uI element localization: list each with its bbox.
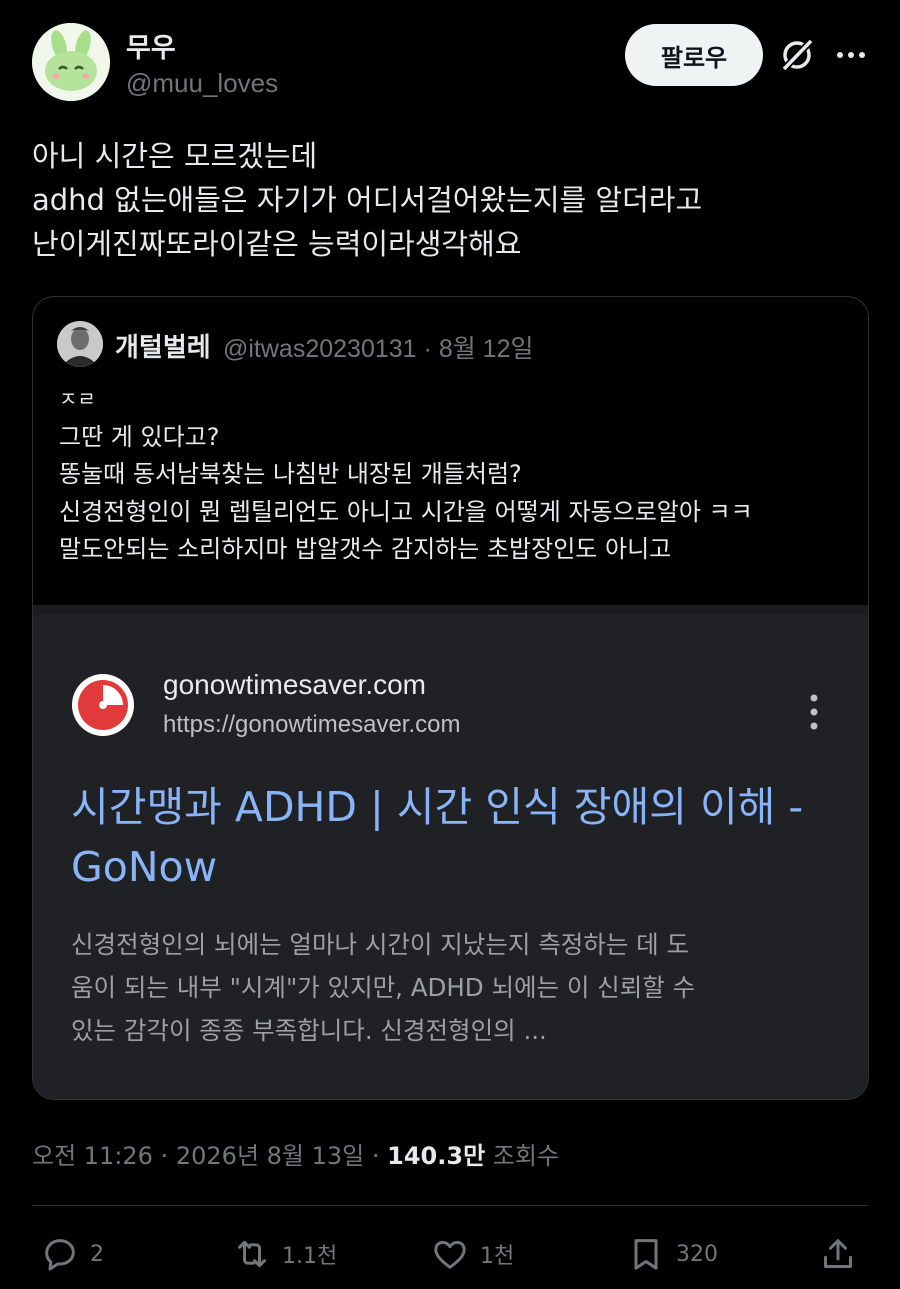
author-avatar[interactable] bbox=[32, 23, 110, 101]
like-button[interactable]: 1천 bbox=[430, 1232, 514, 1276]
site-url: https://gonowtimesaver.com bbox=[163, 711, 461, 738]
embed-top-strip bbox=[33, 605, 868, 615]
bunny-avatar-icon bbox=[32, 23, 110, 101]
meta-separator: · bbox=[160, 1142, 176, 1170]
quoted-author-name: 개털벌레 bbox=[115, 333, 211, 363]
like-count: 1천 bbox=[480, 1244, 515, 1269]
link-title: 시간맹과 ADHD | 시간 인식 장애의 이해 - GoNow bbox=[71, 783, 804, 891]
repost-count: 1.1천 bbox=[282, 1244, 338, 1269]
reply-button[interactable]: 2 bbox=[40, 1232, 104, 1276]
site-logo-icon bbox=[72, 674, 134, 736]
repost-button[interactable]: 1.1천 bbox=[232, 1232, 337, 1276]
more-options-icon[interactable] bbox=[834, 38, 868, 72]
follow-button[interactable]: 팔로우 bbox=[625, 24, 763, 86]
repost-icon bbox=[238, 1240, 266, 1268]
meta-separator: · bbox=[423, 335, 439, 363]
post-time[interactable]: 오전 11:26 bbox=[32, 1142, 153, 1170]
quoted-line: 신경전형인이 뭔 렙틸리언도 아니고 시간을 어떻게 자동으로알아 ㅋㅋ bbox=[59, 497, 753, 526]
author-handle[interactable]: @muu_loves bbox=[126, 68, 278, 99]
quoted-line: 말도안되는 소리하지마 밥알갯수 감지하는 초밥장인도 아니고 bbox=[59, 535, 672, 563]
bookmark-button[interactable]: 320 bbox=[626, 1232, 718, 1276]
description-line: 있는 감각이 종종 부족합니다. 신경전형인의 ... bbox=[71, 1016, 547, 1045]
divider bbox=[32, 1205, 868, 1206]
quoted-author-handle: @itwas20230131 bbox=[223, 335, 417, 363]
quoted-line: 그딴 게 있다고? bbox=[59, 422, 220, 451]
share-button[interactable] bbox=[818, 1232, 858, 1276]
share-icon bbox=[824, 1239, 852, 1268]
quoted-line: ㅈㄹ bbox=[59, 387, 96, 411]
quoted-post-card[interactable]: 개털벌레 @itwas20230131 · 8월 12일 ㅈㄹ 그딴 게 있다고… bbox=[32, 296, 869, 1100]
link-description: 신경전형인의 뇌에는 얼마나 시간이 지났는지 측정하는 데 도 움이 되는 내… bbox=[71, 923, 851, 1052]
post-line: 아니 시간은 모르겠는데 bbox=[32, 139, 318, 173]
quoted-post-date: 8월 12일 bbox=[438, 335, 534, 363]
description-line: 움이 되는 내부 "시계"가 있지만, ADHD 뇌에는 이 신뢰할 수 bbox=[71, 973, 696, 1002]
portrait-avatar-icon bbox=[57, 321, 103, 367]
post-line: 난이게진짜또라이같은 능력이라생각해요 bbox=[32, 227, 522, 261]
views-count: 140.3만 bbox=[387, 1142, 486, 1170]
meta-separator: · bbox=[371, 1142, 388, 1170]
quoted-line: 똥눌때 동서남북찾는 나침반 내장된 개들처럼? bbox=[59, 460, 522, 488]
bookmark-count: 320 bbox=[676, 1241, 718, 1267]
post-line: adhd 없는애들은 자기가 어디서걸어왔는지를 알더라고 bbox=[32, 183, 703, 217]
views-label: 조회수 bbox=[492, 1142, 560, 1170]
site-name: gonowtimesaver.com bbox=[163, 669, 427, 700]
kebab-menu-icon bbox=[810, 694, 818, 730]
reply-icon bbox=[45, 1239, 75, 1271]
quoted-post-text: ㅈㄹ 그딴 게 있다고? 똥눌때 동서남북찾는 나침반 내장된 개들처럼? 신경… bbox=[59, 381, 859, 569]
description-line: 신경전형인의 뇌에는 얼마나 시간이 지났는지 측정하는 데 도 bbox=[71, 930, 690, 959]
author-display-name[interactable]: 무우 bbox=[126, 26, 176, 65]
post-timestamp: 오전 11:26 · 2026년 8월 13일 · 140.3만 조회수 bbox=[32, 1136, 559, 1171]
reply-count: 2 bbox=[90, 1241, 104, 1267]
bookmark-icon bbox=[634, 1239, 658, 1270]
link-preview-screenshot: gonowtimesaver.com https://gonowtimesave… bbox=[33, 605, 868, 1099]
grok-icon[interactable] bbox=[778, 36, 816, 74]
quoted-author-avatar bbox=[57, 321, 103, 367]
post-date[interactable]: 2026년 8월 13일 bbox=[176, 1142, 364, 1170]
quoted-author-meta: @itwas20230131 · 8월 12일 bbox=[223, 329, 533, 365]
heart-icon bbox=[434, 1240, 466, 1269]
post-text: 아니 시간은 모르겠는데 adhd 없는애들은 자기가 어디서걸어왔는지를 알더… bbox=[32, 134, 872, 266]
